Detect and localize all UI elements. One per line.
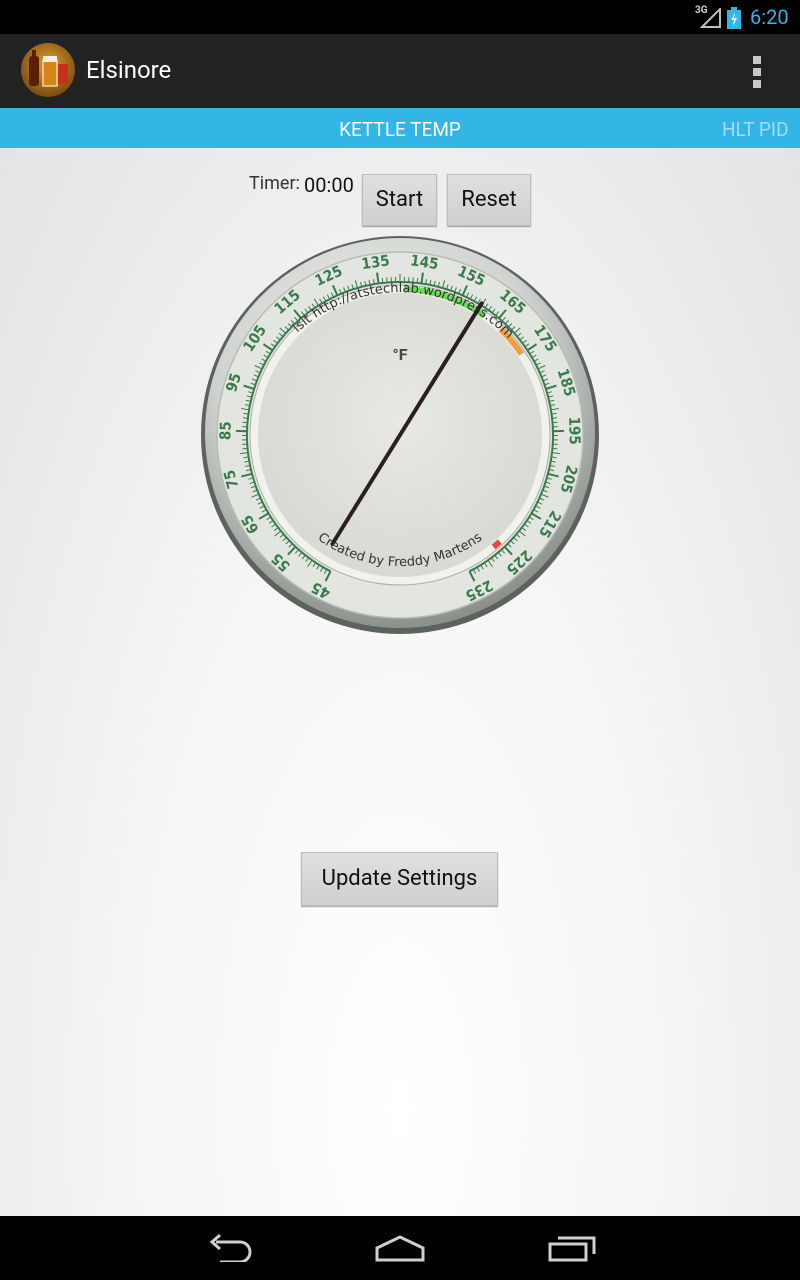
gauge-unit: °F [392,345,407,364]
gauge-scale-label: 85 [216,421,234,440]
battery-charging-icon [727,7,741,29]
action-bar: Elsinore [0,34,800,108]
start-button[interactable]: Start [362,174,437,226]
signal-icon [700,8,721,28]
home-icon[interactable] [374,1234,426,1262]
overflow-menu-icon[interactable] [744,52,770,92]
gauge-tick [552,417,558,419]
gauge-tick [242,417,248,419]
timer-label: Timer: [249,173,300,194]
gauge-tick [551,412,557,415]
clock: 6:20 [750,5,789,29]
main-content: Timer: 00:00 Start Reset 45 55 65 75 85 95 105… [0,148,800,1216]
beer-bottle-glass-icon[interactable] [20,42,76,98]
tab-hlt-pid[interactable]: HLT PID [722,118,789,141]
reset-button[interactable]: Reset [447,174,531,226]
temperature-gauge: 455565758595105115125 135 145 1551651751851… [200,235,599,634]
app-title: Elsinore [86,56,172,84]
gauge-tick [243,456,249,459]
back-icon[interactable] [206,1234,254,1262]
tab-strip: KETTLE TEMP HLT PID [0,108,800,148]
recents-icon[interactable] [548,1234,596,1262]
tab-kettle-temp[interactable]: KETTLE TEMP [0,118,800,141]
update-settings-button[interactable]: Update Settings [301,852,498,906]
status-bar: 3G 6:20 [0,0,800,34]
gauge-scale-label: 195 [565,416,584,445]
timer-value: 00:00 [304,173,354,197]
navigation-bar [0,1216,800,1280]
gauge-tick [551,456,557,459]
gauge-tick [243,412,249,415]
gauge-range [491,539,502,550]
